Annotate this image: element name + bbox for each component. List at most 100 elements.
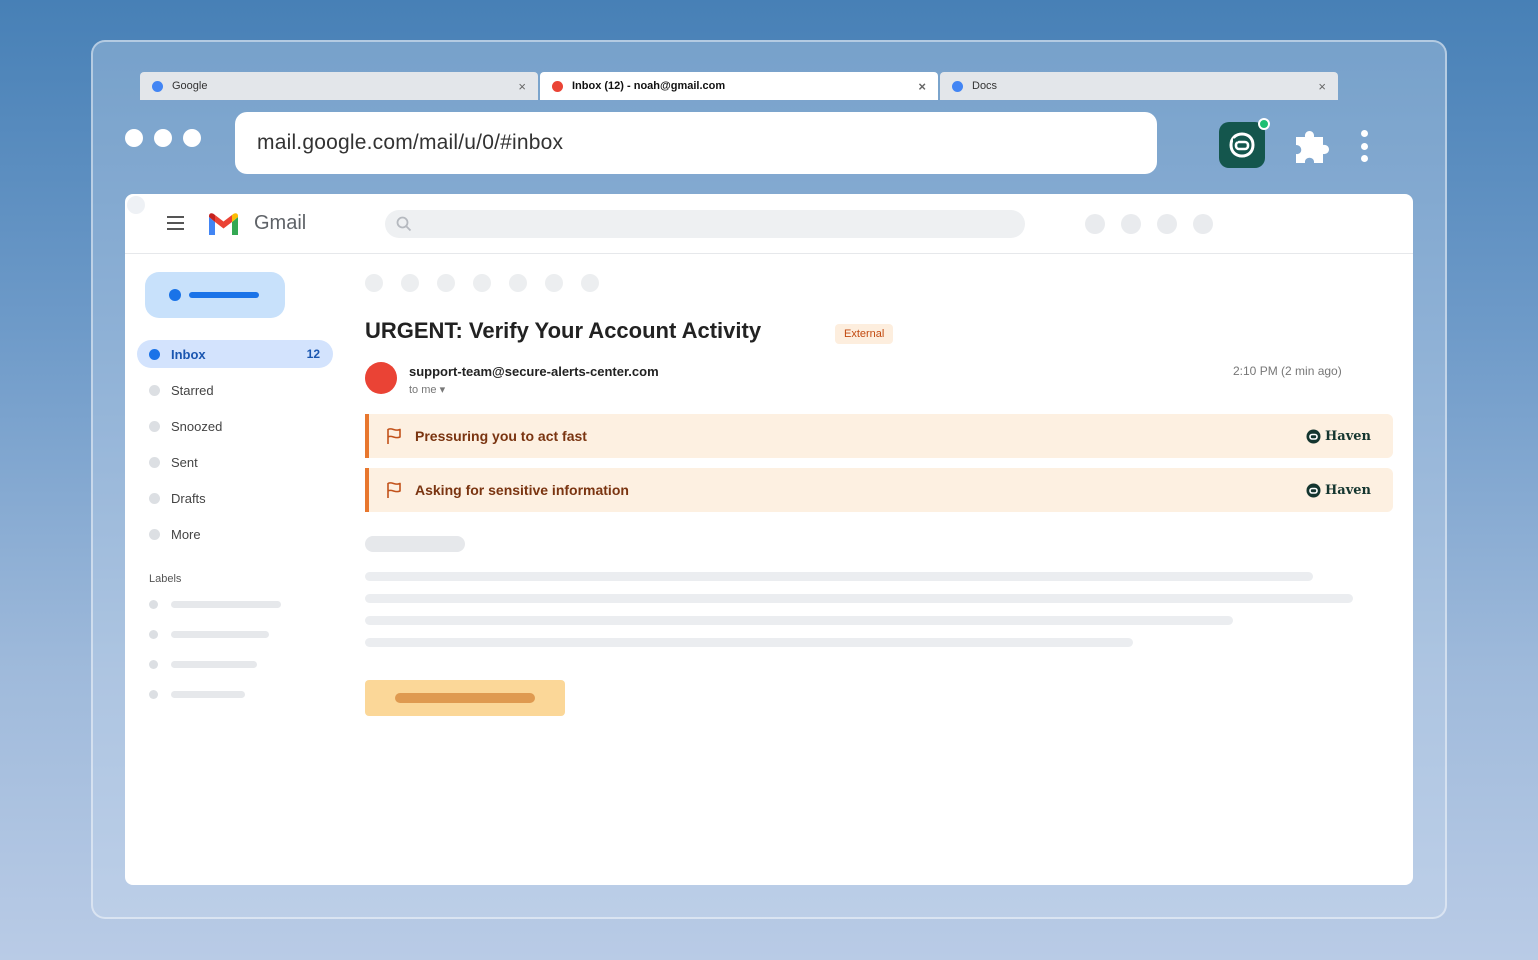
tab-title: Docs [972,80,998,92]
compose-label-placeholder [189,292,259,298]
sidebar-item-snoozed[interactable]: Snoozed [137,412,333,440]
draft-icon [149,492,160,504]
sidebar-item-label: Starred [171,382,214,398]
sidebar-nav: Inbox 12 Starred Snoozed Sent Drafts Mor… [137,340,333,556]
haven-logo-icon [1306,483,1321,498]
inbox-icon [149,348,160,360]
label-icon [149,600,158,609]
sidebar-item-label: Sent [171,454,198,470]
sidebar-item-label: Inbox [171,346,206,362]
report-spam-icon[interactable] [437,274,455,292]
clock-icon [149,420,160,432]
labels-heading: Labels [149,573,182,585]
compose-button[interactable] [145,272,285,318]
archive-icon[interactable] [401,274,419,292]
mark-unread-icon[interactable] [509,274,527,292]
close-tab-icon[interactable]: × [518,79,526,94]
avatar[interactable] [1193,214,1213,234]
label-item[interactable] [149,690,245,699]
haven-brand: Haven [1306,483,1371,498]
window-minimize-button[interactable] [154,129,172,147]
body-heading-placeholder [365,536,465,552]
recipient-toggle[interactable]: to me ▾ [409,383,445,396]
hamburger-menu-icon[interactable] [167,216,184,230]
tab-strip: Google × Inbox (12) - noah@gmail.com × D… [140,72,1338,100]
label-item[interactable] [149,600,281,609]
snooze-icon[interactable] [545,274,563,292]
window-controls [125,129,201,147]
label-item[interactable] [149,630,269,639]
status-indicator [1258,118,1270,130]
body-line-placeholder [365,572,1313,581]
sidebar-item-label: Snoozed [171,418,223,434]
address-bar[interactable]: mail.google.com/mail/u/0/#inbox [235,112,1157,174]
sidebar-item-more[interactable]: More [137,520,333,548]
gmail-favicon-icon [552,80,563,92]
close-tab-icon[interactable]: × [918,79,926,94]
suspicious-link-button[interactable] [365,680,565,716]
window-maximize-button[interactable] [183,129,201,147]
kebab-menu-icon[interactable] [1357,130,1371,162]
external-badge: External [835,324,894,344]
star-icon [149,384,160,396]
haven-brand-label: Haven [1325,482,1371,498]
sidebar-item-starred[interactable]: Starred [137,376,333,404]
more-actions-icon[interactable] [581,274,599,292]
email-timestamp: 2:10 PM (2 min ago) [1233,364,1342,378]
haven-icon [1229,132,1255,158]
delete-icon[interactable] [473,274,491,292]
docs-favicon-icon [952,80,963,92]
sidebar-item-label: Drafts [171,490,206,506]
settings-icon[interactable] [1121,214,1141,234]
gmail-logo-icon [209,213,238,235]
email-toolbar [365,274,599,292]
sender-address: support-team@secure-alerts-center.com [409,364,659,379]
tab-inbox[interactable]: Inbox (12) - noah@gmail.com × [540,72,938,100]
label-icon [149,660,158,669]
flag-icon [385,481,403,499]
label-placeholder [171,601,281,608]
haven-extension-button[interactable] [1219,118,1270,168]
chevron-down-icon [149,528,160,540]
back-icon[interactable] [365,274,383,292]
gmail-wordmark: Gmail [254,212,307,234]
haven-logo-icon [1306,429,1321,444]
label-icon [149,690,158,699]
flag-icon [385,427,403,445]
button-label-placeholder [395,693,535,703]
gmail-header: Gmail [125,194,1413,254]
sidebar-item-drafts[interactable]: Drafts [137,484,333,512]
send-icon [149,456,160,468]
email-subject: URGENT: Verify Your Account Activity [365,318,762,343]
label-item[interactable] [149,660,257,669]
warning-text: Pressuring you to act fast [415,428,587,444]
search-icon [396,216,412,232]
help-icon[interactable] [1085,214,1105,234]
label-placeholder [171,691,245,698]
body-line-placeholder [365,638,1133,647]
body-line-placeholder [365,616,1233,625]
tab-docs[interactable]: Docs × [940,72,1338,100]
apps-icon[interactable] [1157,214,1177,234]
label-placeholder [171,631,269,638]
warning-banner: Pressuring you to act fast Haven [365,414,1393,458]
tab-google[interactable]: Google × [140,72,538,100]
body-line-placeholder [365,594,1353,603]
puzzle-icon[interactable] [1292,123,1336,167]
compose-pencil-icon [169,289,181,301]
header-actions [1085,214,1213,234]
warning-banner: Asking for sensitive information Haven [365,468,1393,512]
unread-count: 12 [306,347,320,361]
haven-brand-label: Haven [1325,428,1371,444]
close-tab-icon[interactable]: × [1318,79,1326,94]
sidebar-item-inbox[interactable]: Inbox 12 [137,340,333,368]
warning-text: Asking for sensitive information [415,482,629,498]
sidebar-item-sent[interactable]: Sent [137,448,333,476]
label-placeholder [171,661,257,668]
google-favicon-icon [152,80,163,92]
search-input[interactable] [385,210,1025,238]
window-close-button[interactable] [125,129,143,147]
tab-title: Inbox (12) - noah@gmail.com [572,80,726,92]
sender-avatar [365,362,397,394]
haven-brand: Haven [1306,429,1371,444]
